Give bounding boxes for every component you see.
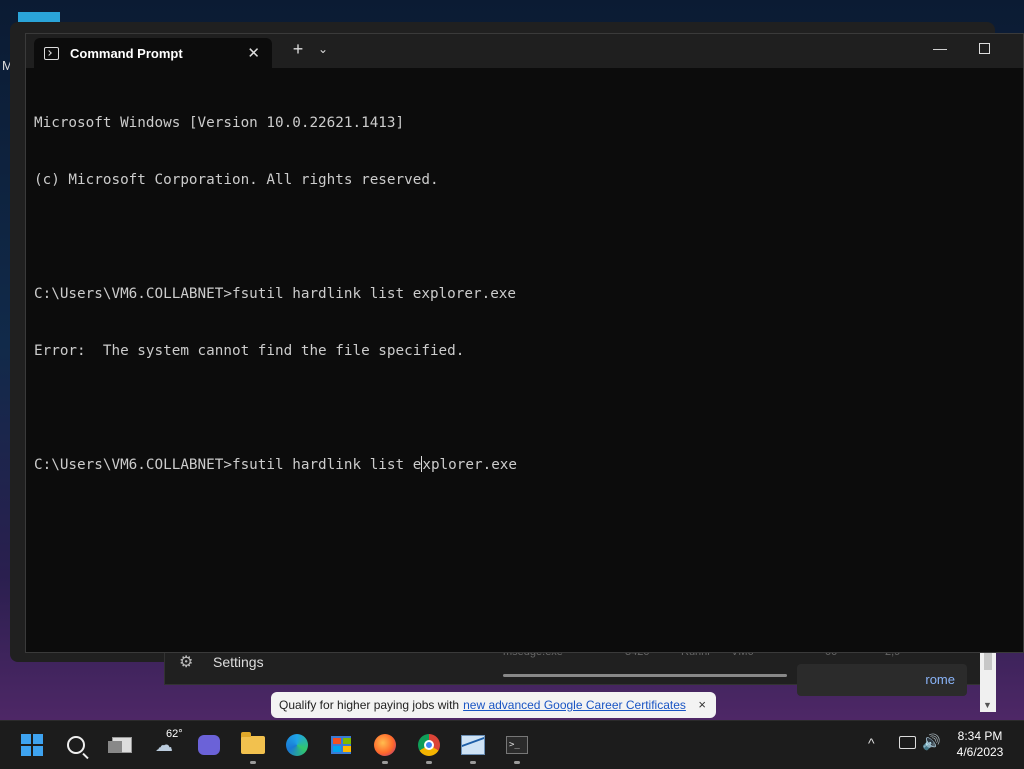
file-explorer-icon[interactable] (241, 732, 265, 757)
clock[interactable]: 8:34 PM 4/6/2023 (944, 728, 1016, 760)
console-output[interactable]: Microsoft Windows [Version 10.0.22621.14… (34, 76, 1015, 644)
chevron-down-icon[interactable]: ⌄ (318, 42, 328, 56)
console-line: Error: The system cannot find the file s… (34, 343, 465, 359)
terminal-window: Command Prompt ✕ + ⌄ — Microsoft Windows… (25, 33, 1024, 653)
clock-date: 4/6/2023 (956, 745, 1004, 759)
running-indicator (470, 761, 476, 764)
chrome-icon[interactable] (417, 733, 441, 757)
chat-icon[interactable] (197, 733, 221, 757)
edge-icon[interactable] (285, 733, 309, 757)
terminal-icon[interactable]: >_ (505, 733, 529, 757)
banner-close-icon[interactable]: × (698, 697, 706, 712)
chevron-up-icon[interactable]: ^ (868, 735, 875, 751)
horizontal-scrollbar[interactable] (503, 674, 787, 677)
performance-monitor-icon[interactable] (461, 733, 485, 757)
promo-banner: Qualify for higher paying jobs with new … (271, 692, 716, 718)
tab-command-prompt[interactable]: Command Prompt ✕ (34, 38, 272, 68)
console-input-before-cursor: C:\Users\VM6.COLLABNET>fsutil hardlink l… (34, 457, 422, 473)
gear-icon[interactable]: ⚙ (179, 652, 193, 672)
volume-icon[interactable]: 🔊 (922, 733, 941, 751)
close-tab-icon[interactable]: ✕ (247, 44, 260, 62)
store-icon[interactable] (329, 733, 353, 757)
tab-title: Command Prompt (70, 46, 183, 61)
search-icon[interactable] (64, 733, 88, 757)
taskbar: ☁ 62° >_ ^ 🔊 8:34 PM 4/6/2023 (0, 720, 1024, 769)
banner-link[interactable]: new advanced Google Career Certificates (463, 698, 686, 712)
settings-label[interactable]: Settings (213, 654, 264, 670)
weather-temperature: 62° (166, 728, 183, 740)
console-line: (c) Microsoft Corporation. All rights re… (34, 172, 439, 188)
console-input-line[interactable]: C:\Users\VM6.COLLABNET>fsutil hardlink l… (34, 456, 1015, 475)
running-indicator (382, 761, 388, 764)
title-bar[interactable]: Command Prompt ✕ + ⌄ — (26, 34, 1023, 68)
running-indicator (514, 761, 520, 764)
new-tab-button[interactable]: + (288, 39, 308, 60)
start-icon[interactable] (20, 733, 44, 757)
running-indicator (426, 761, 432, 764)
running-indicator (250, 761, 256, 764)
firefox-icon[interactable] (373, 733, 397, 757)
maximize-button[interactable] (979, 43, 990, 54)
console-line: C:\Users\VM6.COLLABNET>fsutil hardlink l… (34, 286, 517, 302)
desktop-icon-fragment (18, 12, 60, 22)
command-prompt-icon (44, 47, 59, 60)
chrome-button-fragment[interactable]: rome (797, 664, 967, 696)
clock-time: 8:34 PM (957, 729, 1003, 743)
network-icon[interactable] (899, 736, 916, 749)
task-view-icon[interactable] (108, 733, 134, 757)
scroll-down-arrow-icon[interactable]: ▼ (983, 700, 992, 710)
banner-text: Qualify for higher paying jobs with (279, 698, 460, 712)
minimize-button[interactable]: — (933, 40, 947, 56)
console-line: Microsoft Windows [Version 10.0.22621.14… (34, 115, 405, 131)
console-input-after-cursor: xplorer.exe (422, 457, 518, 473)
